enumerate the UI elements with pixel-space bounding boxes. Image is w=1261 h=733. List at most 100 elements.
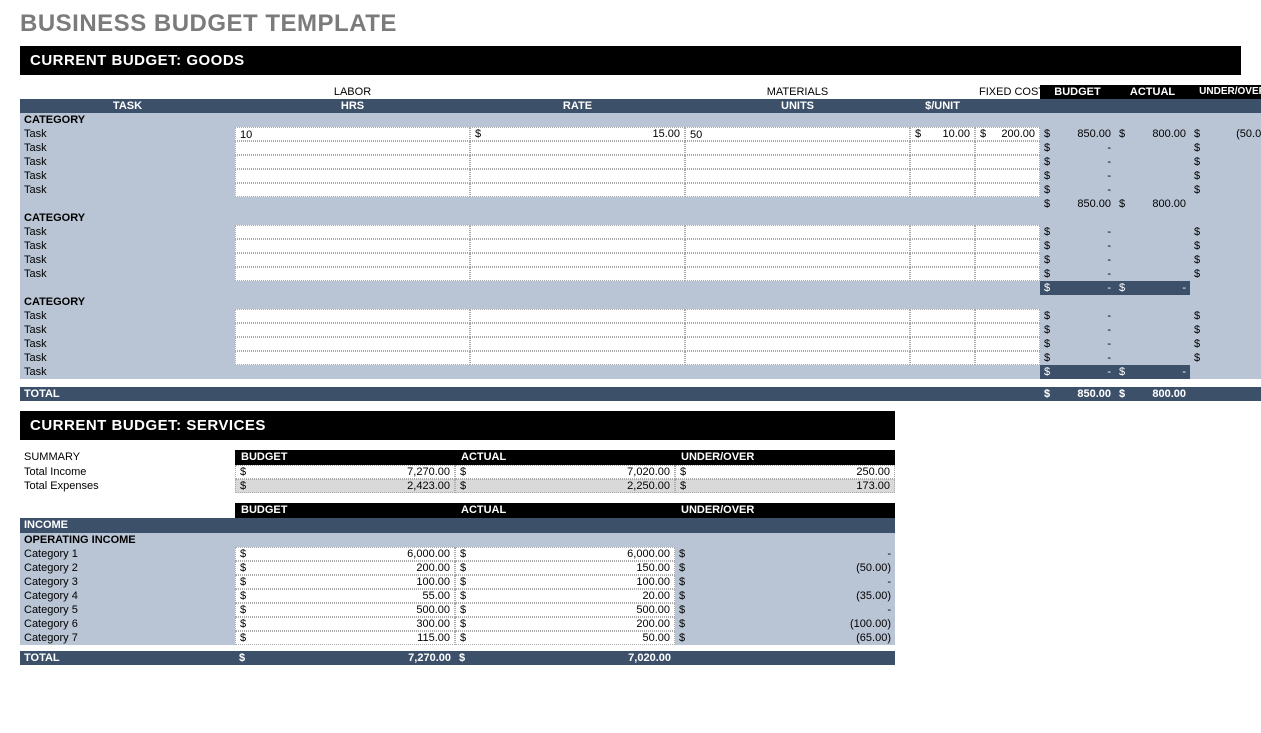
rate-cell[interactable] xyxy=(470,337,685,351)
money-cell[interactable]: $- xyxy=(1190,337,1261,351)
units-cell[interactable] xyxy=(685,141,910,155)
money-cell[interactable]: $7,020.00 xyxy=(455,465,675,479)
per-unit-cell[interactable] xyxy=(910,155,975,169)
units-cell[interactable] xyxy=(685,309,910,323)
money-cell[interactable]: $500.00 xyxy=(455,603,675,617)
rate-cell[interactable] xyxy=(470,309,685,323)
per-unit-cell[interactable] xyxy=(910,351,975,365)
money-cell[interactable]: $200.00 xyxy=(975,127,1040,141)
money-cell[interactable]: $50.00 xyxy=(455,631,675,645)
hrs-cell[interactable] xyxy=(235,169,470,183)
hrs-cell[interactable] xyxy=(235,155,470,169)
money-cell[interactable]: $7,270.00 xyxy=(235,651,455,665)
money-cell[interactable]: $150.00 xyxy=(455,561,675,575)
money-cell[interactable]: $- xyxy=(675,603,895,617)
per-unit-cell[interactable] xyxy=(910,323,975,337)
money-cell[interactable]: $- xyxy=(1190,183,1261,197)
money-cell[interactable]: $- xyxy=(1040,351,1115,365)
money-cell[interactable]: $6,000.00 xyxy=(455,547,675,561)
per-unit-cell[interactable] xyxy=(910,267,975,281)
money-cell[interactable]: $- xyxy=(1040,225,1115,239)
money-cell[interactable]: $- xyxy=(1040,323,1115,337)
money-cell[interactable]: $173.00 xyxy=(675,479,895,493)
rate-cell[interactable] xyxy=(470,239,685,253)
rate-cell[interactable] xyxy=(470,253,685,267)
money-cell[interactable]: $200.00 xyxy=(235,561,455,575)
per-unit-cell[interactable] xyxy=(910,225,975,239)
per-unit-cell[interactable] xyxy=(910,309,975,323)
money-cell[interactable]: $- xyxy=(1040,365,1115,379)
money-cell[interactable]: $2,250.00 xyxy=(455,479,675,493)
fixed-cell[interactable] xyxy=(975,141,1040,155)
money-cell[interactable]: $- xyxy=(675,575,895,589)
money-cell[interactable]: $- xyxy=(1040,183,1115,197)
per-unit-cell[interactable] xyxy=(910,169,975,183)
fixed-cell[interactable] xyxy=(975,169,1040,183)
money-cell[interactable]: $- xyxy=(1190,323,1261,337)
hrs-cell[interactable] xyxy=(235,141,470,155)
money-cell[interactable]: $10.00 xyxy=(910,127,975,141)
money-cell[interactable]: $850.00 xyxy=(1040,197,1115,211)
per-unit-cell[interactable] xyxy=(910,253,975,267)
hrs-cell[interactable]: 10 xyxy=(235,127,470,141)
money-cell[interactable]: $- xyxy=(1190,239,1261,253)
money-cell[interactable]: $- xyxy=(1190,309,1261,323)
money-cell[interactable]: $- xyxy=(1190,351,1261,365)
units-cell[interactable] xyxy=(685,337,910,351)
money-cell[interactable]: $- xyxy=(1115,281,1190,295)
money-cell[interactable]: $115.00 xyxy=(235,631,455,645)
money-cell[interactable]: $- xyxy=(1040,281,1115,295)
units-cell[interactable]: 50 xyxy=(685,127,910,141)
hrs-cell[interactable] xyxy=(235,239,470,253)
money-cell[interactable]: $100.00 xyxy=(235,575,455,589)
units-cell[interactable] xyxy=(685,225,910,239)
money-cell[interactable]: $- xyxy=(1040,239,1115,253)
money-cell[interactable]: $800.00 xyxy=(1115,387,1190,401)
hrs-cell[interactable] xyxy=(235,351,470,365)
hrs-cell[interactable] xyxy=(235,323,470,337)
rate-cell[interactable] xyxy=(470,351,685,365)
money-cell[interactable]: $20.00 xyxy=(455,589,675,603)
money-cell[interactable]: $- xyxy=(1190,141,1261,155)
money-cell[interactable]: $- xyxy=(1190,155,1261,169)
money-cell[interactable]: $2,423.00 xyxy=(235,479,455,493)
money-cell[interactable]: $500.00 xyxy=(235,603,455,617)
money-cell[interactable]: $(35.00) xyxy=(675,589,895,603)
money-cell[interactable]: $- xyxy=(1040,253,1115,267)
money-cell[interactable]: $- xyxy=(1190,225,1261,239)
money-cell[interactable]: $(50.00) xyxy=(675,561,895,575)
fixed-cell[interactable] xyxy=(975,351,1040,365)
money-cell[interactable]: $- xyxy=(675,547,895,561)
fixed-cell[interactable] xyxy=(975,267,1040,281)
units-cell[interactable] xyxy=(685,183,910,197)
rate-cell[interactable] xyxy=(470,267,685,281)
rate-cell[interactable] xyxy=(470,183,685,197)
units-cell[interactable] xyxy=(685,267,910,281)
hrs-cell[interactable] xyxy=(235,253,470,267)
money-cell[interactable]: $6,000.00 xyxy=(235,547,455,561)
money-cell[interactable]: $- xyxy=(1190,253,1261,267)
rate-cell[interactable] xyxy=(470,155,685,169)
rate-cell[interactable] xyxy=(470,323,685,337)
money-cell[interactable]: $- xyxy=(1040,309,1115,323)
units-cell[interactable] xyxy=(685,239,910,253)
money-cell[interactable]: $100.00 xyxy=(455,575,675,589)
hrs-cell[interactable] xyxy=(235,183,470,197)
money-cell[interactable]: $- xyxy=(1040,141,1115,155)
fixed-cell[interactable] xyxy=(975,183,1040,197)
money-cell[interactable]: $- xyxy=(1040,155,1115,169)
hrs-cell[interactable] xyxy=(235,267,470,281)
money-cell[interactable]: $(50.00) xyxy=(1190,127,1261,141)
rate-cell[interactable] xyxy=(470,169,685,183)
per-unit-cell[interactable] xyxy=(910,141,975,155)
money-cell[interactable]: $7,020.00 xyxy=(455,651,675,665)
units-cell[interactable] xyxy=(685,253,910,267)
money-cell[interactable]: $200.00 xyxy=(455,617,675,631)
units-cell[interactable] xyxy=(685,169,910,183)
money-cell[interactable]: $(100.00) xyxy=(675,617,895,631)
money-cell[interactable]: $800.00 xyxy=(1115,127,1190,141)
money-cell[interactable]: $55.00 xyxy=(235,589,455,603)
units-cell[interactable] xyxy=(685,155,910,169)
fixed-cell[interactable] xyxy=(975,239,1040,253)
money-cell[interactable]: $850.00 xyxy=(1040,127,1115,141)
